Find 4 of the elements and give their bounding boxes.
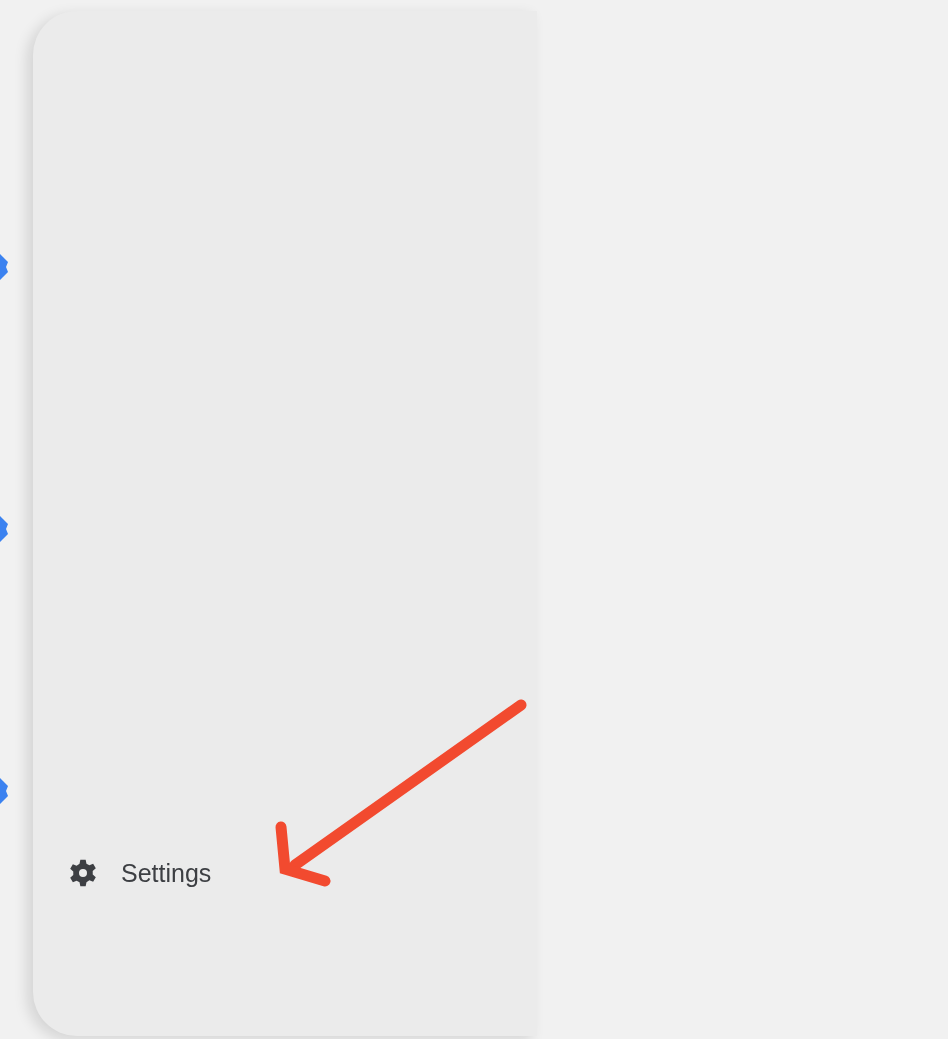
seal-icon xyxy=(0,516,9,542)
settings-link[interactable]: Settings xyxy=(33,848,537,898)
seal-icon xyxy=(0,778,9,804)
seal-icon xyxy=(0,254,9,280)
